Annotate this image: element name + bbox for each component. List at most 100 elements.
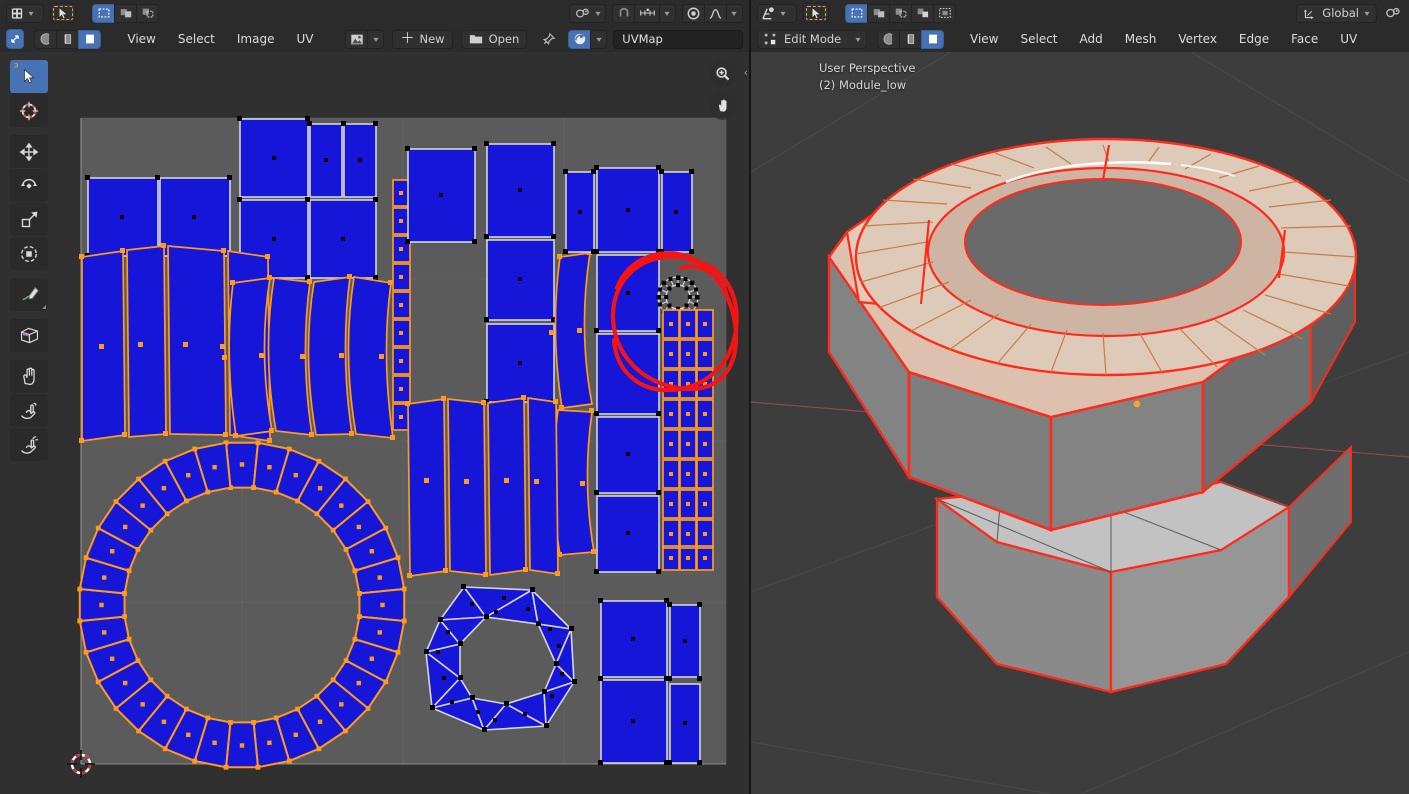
uv-ring-face-center <box>267 740 272 745</box>
uvmap-name-field[interactable]: UVMap <box>613 29 743 49</box>
uv-ring-vertex <box>343 476 348 482</box>
uv-menu-select[interactable]: Select <box>170 30 223 48</box>
uv-ring-vertex <box>401 586 407 592</box>
uv-edge-select-icon[interactable] <box>56 29 80 49</box>
uv-ring-vertex <box>205 489 211 495</box>
viewport-editor-type-selector[interactable]: ▾ <box>757 3 797 23</box>
uv-ring-face-center <box>377 630 382 635</box>
uv-ring-face-center <box>339 702 344 707</box>
uv-ring-face-center <box>317 485 323 491</box>
viewport-snap-button[interactable] <box>1385 5 1403 21</box>
select-invert-icon[interactable] <box>933 3 956 23</box>
uv-tool-grab[interactable] <box>10 360 48 393</box>
uv-select-mode-group[interactable] <box>92 3 159 23</box>
uv-layout-svg: .f { fill:#1616d8; } .eu { stroke:#d6d6d… <box>0 52 749 794</box>
uv-menu-uv[interactable]: UV <box>288 30 321 48</box>
uv-ring-face-center <box>212 740 217 745</box>
new-image-button[interactable]: ＋ New <box>392 29 453 49</box>
snap-group[interactable]: ▾ <box>612 3 676 23</box>
uv-tool-move[interactable] <box>10 135 48 168</box>
select-face-dot-icon[interactable] <box>136 3 159 23</box>
uv-menu-view[interactable]: View <box>119 30 163 48</box>
uv-element-mode-group[interactable] <box>34 29 102 49</box>
snap-dropdown-caret[interactable]: ▾ <box>659 3 676 23</box>
uv-vertex-select-icon[interactable] <box>34 29 58 49</box>
mesh-select-mode-group[interactable] <box>877 29 944 49</box>
viewport-tool-cursor-button[interactable] <box>803 3 829 23</box>
image-datablock-icon[interactable] <box>345 29 369 49</box>
uv-sync-selection-button[interactable]: ▾ <box>568 3 606 23</box>
snap-increment-icon[interactable] <box>634 3 660 23</box>
select-lasso-icon[interactable] <box>889 3 912 23</box>
select-box-icon[interactable] <box>845 3 868 23</box>
proportional-editing-group[interactable]: ▾ <box>682 3 743 23</box>
uv-menu-image[interactable]: Image <box>229 30 283 48</box>
tool-cursor-button[interactable] <box>50 3 76 23</box>
uv-tool-scale[interactable] <box>10 203 48 236</box>
snap-magnet-icon[interactable] <box>612 3 635 23</box>
uv-ring-vertex <box>77 586 83 592</box>
viewport-menu-add[interactable]: Add <box>1072 30 1111 48</box>
viewport-menu-uv[interactable]: UV <box>1332 30 1365 48</box>
uv-face-select-icon[interactable] <box>78 29 102 49</box>
uv-ring-face-center <box>339 503 344 508</box>
select-vertex-icon[interactable] <box>114 3 137 23</box>
uvmap-browse-caret[interactable]: ▾ <box>590 29 608 49</box>
falloff-dropdown-caret[interactable]: ▾ <box>726 3 743 23</box>
proportional-editing-icon[interactable] <box>682 3 705 23</box>
uv-canvas[interactable]: .f { fill:#1616d8; } .eu { stroke:#d6d6d… <box>0 52 749 794</box>
face-select-icon[interactable] <box>921 29 944 49</box>
uv-island-group-curved-left <box>222 274 395 440</box>
editor-type-selector[interactable]: ▾ <box>6 3 44 23</box>
viewport-overlay-text: User Perspective (2) Module_low <box>819 60 915 94</box>
uv-tool-cursor[interactable] <box>10 94 48 127</box>
viewport-menu-vertex[interactable]: Vertex <box>1170 30 1225 48</box>
uvmap-datablock-icon[interactable] <box>568 29 592 49</box>
uv-toolbar[interactable] <box>10 60 48 461</box>
select-extend-icon[interactable] <box>911 3 934 23</box>
pin-button[interactable] <box>541 32 556 47</box>
uv-editor-pane: ▾ ▾ ▾ ▾ View Select Image UV ▾ ＋ New Ope… <box>0 0 749 794</box>
uv-tool-transform[interactable] <box>10 237 48 270</box>
mode-selector[interactable]: Edit Mode ▾ <box>757 29 867 49</box>
image-datablock-group[interactable]: ▾ <box>345 29 385 49</box>
viewport-select-mode-group[interactable] <box>845 3 956 23</box>
viewport-menu-face[interactable]: Face <box>1283 30 1326 48</box>
select-box-icon[interactable] <box>92 3 115 23</box>
uv-pan-gizmo[interactable] <box>709 92 737 120</box>
uv-tool-tweak[interactable] <box>10 60 48 93</box>
uv-tool-pinch[interactable] <box>10 428 48 461</box>
image-browse-caret[interactable]: ▾ <box>367 29 385 49</box>
2d-cursor-icon <box>19 101 39 120</box>
transform-orientation-selector[interactable]: Global ▾ <box>1296 3 1377 23</box>
uv-tool-rip-region[interactable] <box>10 319 48 352</box>
uv-ring-face-center <box>109 549 115 554</box>
transform-orientation-icon <box>1304 8 1314 19</box>
uv-ring-vertex <box>83 649 89 655</box>
rip-region-icon <box>20 327 38 344</box>
vertex-select-icon[interactable] <box>877 29 900 49</box>
viewport-menu-mesh[interactable]: Mesh <box>1117 30 1165 48</box>
pivot-point-button[interactable] <box>6 29 25 49</box>
uv-ring-face-center <box>186 472 191 478</box>
select-circle-icon[interactable] <box>867 3 890 23</box>
uv-ring-vertex <box>164 511 170 517</box>
uv-sidebar-toggle[interactable]: ‹ <box>744 66 748 79</box>
edge-select-icon[interactable] <box>899 29 922 49</box>
move-arrows-icon <box>19 142 39 161</box>
smooth-falloff-icon[interactable] <box>704 3 727 23</box>
viewport-canvas[interactable]: User Perspective (2) Module_low <box>751 52 1409 794</box>
uv-ring-vertex <box>95 525 101 531</box>
uv-ring-face-center <box>102 575 107 580</box>
viewport-menu-view[interactable]: View <box>962 30 1006 48</box>
uv-tool-annotate[interactable] <box>10 278 48 311</box>
uv-ring-vertex <box>255 764 261 770</box>
uvmap-datablock-group[interactable]: ▾ <box>568 29 608 49</box>
uv-tool-rotate[interactable] <box>10 169 48 202</box>
uv-tool-relax[interactable] <box>10 394 48 427</box>
uv-zoom-gizmo[interactable] <box>709 60 737 88</box>
viewport-menu-edge[interactable]: Edge <box>1231 30 1277 48</box>
annotate-pencil-icon <box>22 287 39 301</box>
viewport-menu-select[interactable]: Select <box>1012 30 1065 48</box>
open-image-button[interactable]: Open <box>460 29 528 49</box>
